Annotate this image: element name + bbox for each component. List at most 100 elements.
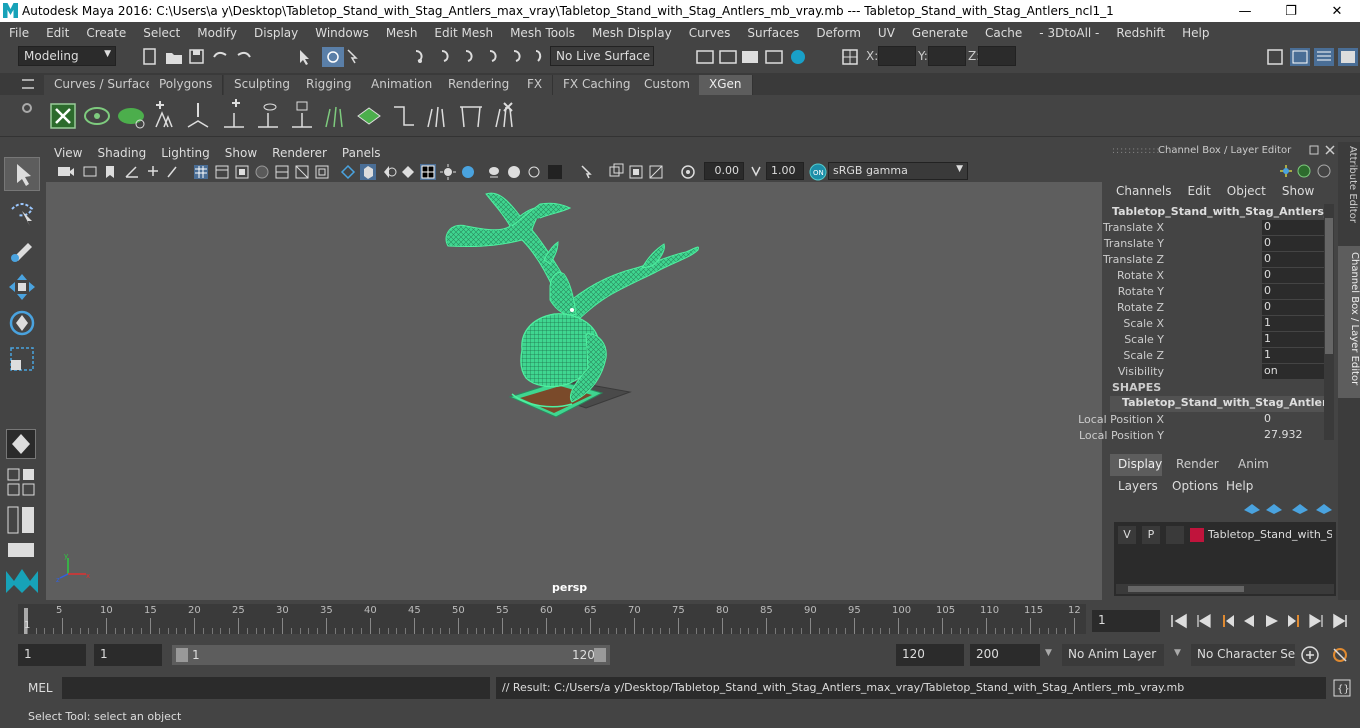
exposure-field[interactable]: 0.00	[704, 162, 744, 180]
channel-attr-row[interactable]: Visibility on	[1106, 364, 1338, 380]
select-tool-button[interactable]	[4, 157, 40, 191]
anim-layer-select[interactable]: No Anim Layer	[1062, 644, 1164, 666]
color-management-icon[interactable]: ON	[808, 162, 828, 182]
channel-attr-value[interactable]: 27.932	[1262, 428, 1324, 443]
layer-editor-menu-item[interactable]: Options	[1172, 479, 1218, 493]
shelf-tab[interactable]: Custom	[634, 75, 701, 95]
script-editor-icon[interactable]: {}	[1332, 678, 1354, 698]
single-perspective-layout-button[interactable]	[6, 429, 36, 459]
file-tools-icons[interactable]	[140, 47, 270, 67]
snap-tools-icons[interactable]	[296, 47, 546, 67]
layer-editor-menu-item[interactable]: Help	[1226, 479, 1253, 493]
layout-graph-icon[interactable]	[6, 541, 38, 561]
layer-hscrollbar[interactable]	[1116, 584, 1334, 594]
range-slider[interactable]: 1 120	[172, 645, 610, 665]
range-slider-end-handle[interactable]	[594, 648, 606, 662]
menu-item[interactable]: Deform	[807, 26, 869, 40]
channel-attr-row[interactable]: Rotate Z 0	[1106, 300, 1338, 316]
channel-attr-value[interactable]: on	[1262, 364, 1324, 379]
color-space-select[interactable]: sRGB gamma ▼	[828, 162, 968, 180]
channel-attr-row[interactable]: Translate Y 0	[1104, 236, 1338, 252]
z-input[interactable]	[978, 46, 1016, 66]
shelf-tab[interactable]: FX Caching	[553, 75, 642, 95]
menu-item[interactable]: File	[0, 26, 37, 40]
chevron-down-icon[interactable]: ▼	[1045, 648, 1052, 658]
time-ruler[interactable]: 1 5 10 15 20 25 30 35 40 45 50 55 60 65 70 75 80 85 90 95 1…	[18, 604, 1086, 634]
layout-outliner-icon[interactable]	[6, 505, 38, 537]
layer-editor-menu-item[interactable]: Layers	[1118, 479, 1158, 493]
channel-attr-row[interactable]: Local Position X 0	[1078, 412, 1338, 428]
channel-box-menu-item[interactable]: Object	[1219, 184, 1274, 198]
scrollbar-thumb[interactable]	[1325, 218, 1333, 354]
playback-controls[interactable]	[1166, 610, 1360, 632]
playback-end-field[interactable]: 120	[896, 644, 964, 666]
y-input[interactable]	[928, 46, 966, 66]
close-button[interactable]: ✕	[1314, 0, 1360, 22]
paint-select-icon[interactable]	[6, 233, 38, 265]
channel-attr-value[interactable]: 1	[1262, 348, 1324, 363]
maximize-button[interactable]: ❐	[1268, 0, 1314, 22]
rotate-tool-icon[interactable]	[6, 307, 38, 339]
viewport-menu-item[interactable]: Panels	[342, 146, 381, 160]
range-slider-start-handle[interactable]	[176, 648, 188, 662]
layer-editor-tab[interactable]: Display	[1110, 454, 1162, 476]
channel-attr-value[interactable]: 0	[1262, 284, 1324, 299]
viewport-tool-icons[interactable]	[54, 163, 704, 181]
viewport-menu-item[interactable]: Shading	[97, 146, 146, 160]
live-surface-field[interactable]: No Live Surface	[550, 46, 654, 66]
menu-item[interactable]: - 3DtoAll -	[1030, 26, 1107, 40]
shelf-tab[interactable]: XGen	[699, 75, 753, 95]
mode-selector[interactable]: Modeling ▼	[18, 46, 116, 66]
menu-item[interactable]: Select	[134, 26, 188, 40]
channel-attr-row[interactable]: Scale X 1	[1106, 316, 1338, 332]
shelf-tab[interactable]: Sculpting	[224, 75, 302, 95]
menu-item[interactable]: Curves	[680, 26, 739, 40]
shelf-tab[interactable]: Animation	[361, 75, 444, 95]
shelf-settings-icon[interactable]	[22, 103, 32, 113]
command-language-label[interactable]: MEL	[28, 681, 53, 695]
layer-tool-icons[interactable]	[1240, 498, 1334, 516]
viewport-menu-item[interactable]: View	[54, 146, 82, 160]
snap-grid-icon[interactable]	[840, 47, 862, 67]
channel-attr-row[interactable]: Translate X 0	[1103, 220, 1338, 236]
channel-attr-value[interactable]: 0	[1262, 252, 1324, 267]
channel-attr-value[interactable]: 0	[1262, 268, 1324, 283]
x-input[interactable]	[878, 46, 916, 66]
command-input[interactable]	[62, 677, 490, 699]
channel-attr-value[interactable]: 1	[1262, 316, 1324, 331]
lasso-tool-icon[interactable]	[6, 197, 38, 229]
channel-attr-row[interactable]: Local Position Y 27.932	[1079, 428, 1338, 444]
layer-playback-toggle[interactable]: P	[1142, 526, 1160, 544]
menu-item[interactable]: Help	[1173, 26, 1217, 40]
channel-attr-value[interactable]: 1	[1262, 332, 1324, 347]
layer-visibility-toggle[interactable]: V	[1118, 526, 1136, 544]
render-tools-icons[interactable]	[694, 47, 814, 67]
animation-start-field[interactable]: 1	[18, 644, 86, 666]
menu-item[interactable]: UV	[869, 26, 903, 40]
playback-start-field[interactable]: 1	[94, 644, 162, 666]
shelf-tab[interactable]: Rendering	[438, 75, 521, 95]
menu-item[interactable]: Mesh Display	[583, 26, 680, 40]
menu-item[interactable]: Redshift	[1107, 26, 1173, 40]
viewport-menu-item[interactable]: Show	[225, 146, 257, 160]
scale-tool-icon[interactable]	[6, 343, 38, 375]
menu-item[interactable]: Surfaces	[738, 26, 807, 40]
menu-item[interactable]: Windows	[306, 26, 377, 40]
viewport-menu-item[interactable]: Lighting	[161, 146, 210, 160]
move-tool-icon[interactable]	[6, 271, 38, 303]
menu-item[interactable]: Mesh Tools	[501, 26, 583, 40]
channel-attr-value[interactable]: 0	[1262, 236, 1324, 251]
menu-item[interactable]: Modify	[188, 26, 245, 40]
channel-box-menu-item[interactable]: Show	[1274, 184, 1322, 198]
animation-end-field[interactable]: 200	[970, 644, 1040, 666]
perspective-viewport[interactable]: y x z persp	[46, 182, 1102, 600]
current-frame-field[interactable]: 1	[1092, 610, 1160, 632]
layout-four-icon[interactable]	[6, 467, 38, 499]
layer-editor-tab[interactable]: Anim	[1230, 454, 1276, 476]
layer-color-swatch[interactable]	[1190, 528, 1204, 542]
menu-item[interactable]: Create	[77, 26, 134, 40]
layer-type-toggle[interactable]	[1166, 526, 1184, 544]
gamma-field[interactable]: 1.00	[766, 162, 804, 180]
menu-item[interactable]: Edit	[37, 26, 77, 40]
menu-item[interactable]: Cache	[976, 26, 1030, 40]
